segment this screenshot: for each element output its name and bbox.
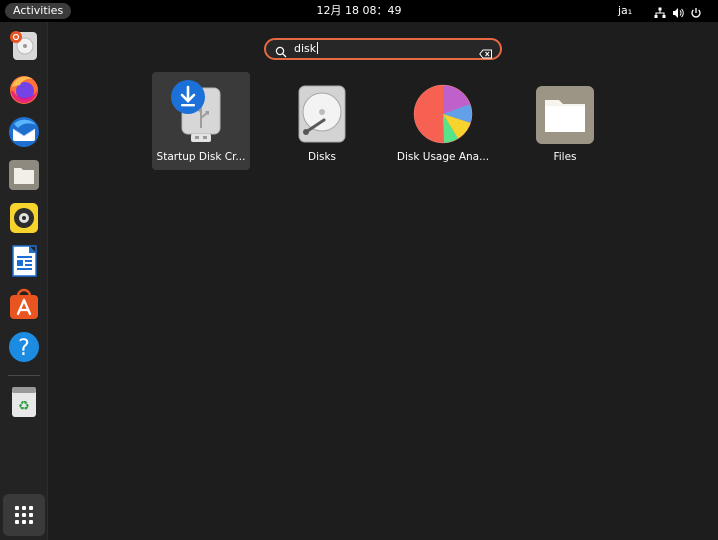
startup-disk-creator-icon — [171, 80, 221, 142]
search-box[interactable]: disk — [264, 38, 502, 60]
clock[interactable]: 12月 18 08：49 — [0, 0, 718, 22]
app-result-files[interactable]: Files — [516, 72, 614, 170]
dock-item-firefox[interactable] — [6, 71, 42, 107]
dock-item-libreoffice-writer[interactable] — [6, 243, 42, 279]
rhythmbox-icon — [10, 203, 38, 233]
dock-item-app-center[interactable] — [6, 286, 42, 322]
dock-item-trash[interactable]: ♻ — [6, 384, 42, 420]
network-icon[interactable] — [654, 4, 666, 18]
updater-icon — [10, 31, 37, 60]
dock: ? ♻ — [0, 22, 48, 540]
search-icon — [275, 43, 287, 58]
power-icon[interactable] — [690, 4, 702, 18]
firefox-icon — [10, 76, 38, 104]
dock-item-rhythmbox[interactable] — [6, 200, 42, 236]
app-result-label: Files — [553, 151, 577, 163]
thunderbird-icon — [9, 117, 39, 147]
app-result-label: Startup Disk Cr... — [156, 151, 246, 163]
disk-usage-analyzer-icon — [413, 84, 473, 144]
search-input[interactable]: disk — [294, 40, 319, 58]
dock-item-software-updater[interactable] — [6, 28, 42, 64]
dock-item-files[interactable] — [6, 157, 42, 193]
app-result-disks[interactable]: Disks — [273, 72, 371, 170]
writer-icon — [12, 245, 37, 277]
app-result-label: Disks — [307, 151, 337, 163]
volume-icon[interactable] — [672, 4, 684, 18]
app-grid-icon — [15, 506, 33, 524]
svg-text:♻: ♻ — [18, 399, 30, 414]
disks-icon — [298, 85, 346, 143]
app-center-icon — [10, 288, 38, 319]
system-tray[interactable] — [654, 4, 702, 18]
trash-icon: ♻ — [12, 387, 36, 417]
top-bar: Activities 12月 18 08：49 ja₁ — [0, 0, 718, 22]
svg-text:?: ? — [18, 336, 30, 361]
dock-separator — [8, 375, 40, 376]
app-result-startup-disk-creator[interactable]: Startup Disk Cr... — [152, 72, 250, 170]
dock-item-thunderbird[interactable] — [6, 114, 42, 150]
app-result-label: Disk Usage Ana... — [396, 151, 490, 163]
help-icon: ? — [9, 332, 39, 362]
clear-search-icon[interactable] — [479, 44, 493, 59]
show-apps-button[interactable] — [3, 494, 45, 536]
input-method-indicator[interactable]: ja₁ — [618, 0, 632, 22]
files-folder-icon — [536, 86, 594, 144]
app-result-disk-usage-analyzer[interactable]: Disk Usage Ana... — [394, 72, 492, 170]
dock-item-help[interactable]: ? — [6, 329, 42, 365]
folder-icon — [9, 160, 39, 190]
